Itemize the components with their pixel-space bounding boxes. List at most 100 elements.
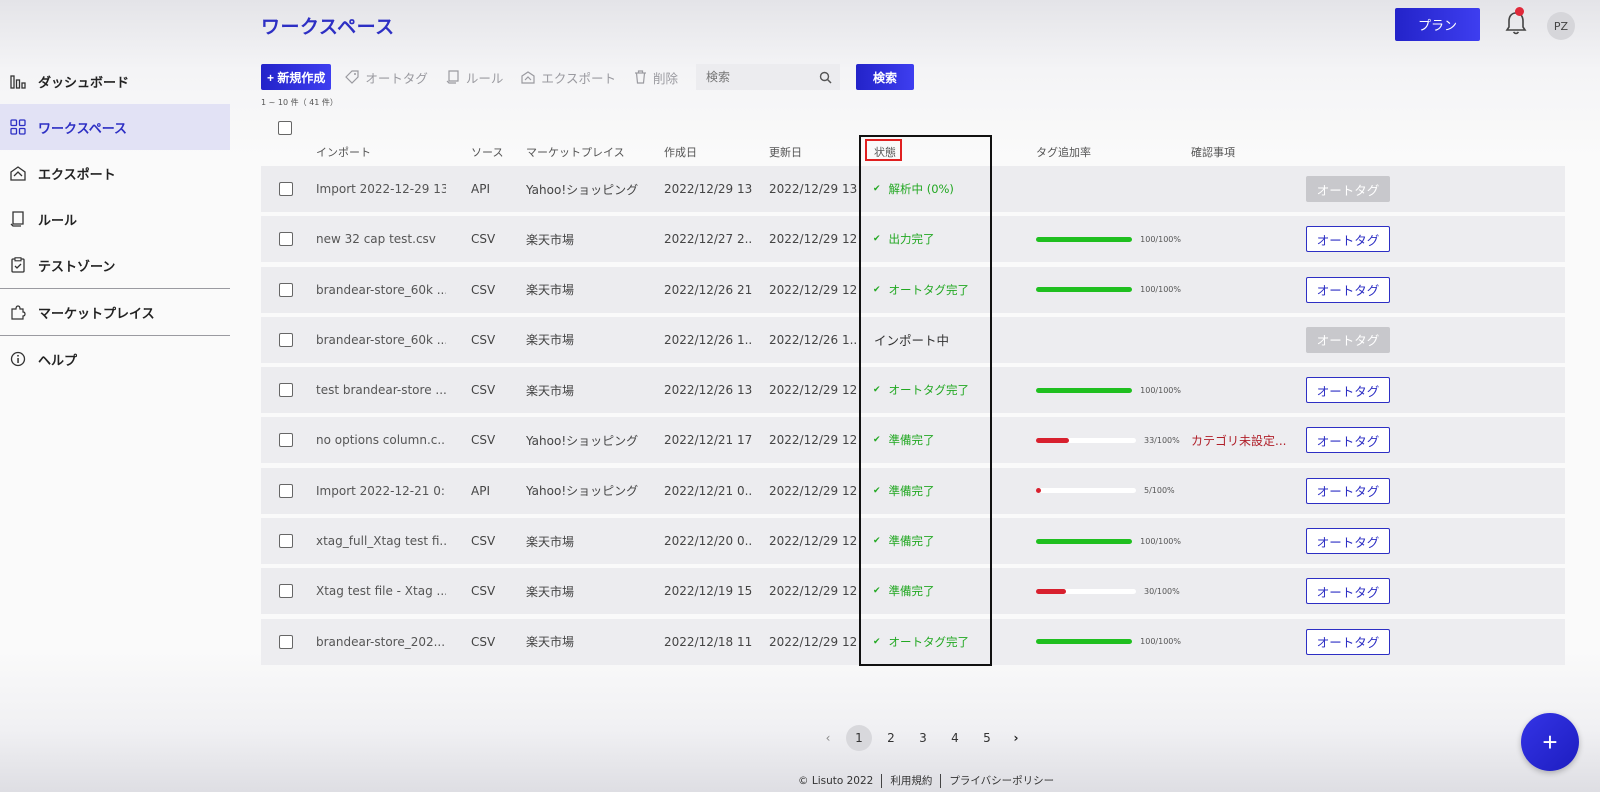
search-box[interactable] — [696, 64, 841, 90]
add-fab-button[interactable]: + — [1521, 713, 1579, 771]
table-row[interactable]: new 32 cap test.csv CSV 楽天市場 2022/12/27 2..… — [261, 216, 1565, 263]
source: CSV — [471, 433, 496, 448]
autotag-button[interactable]: オートタグ — [1306, 276, 1390, 303]
created-date: 2022/12/26 13... — [664, 383, 752, 398]
status-badge: ✔ 出力完了 — [873, 216, 988, 262]
tag-rate-progress: 33/100% — [1036, 417, 1181, 463]
action-cell: オートタグ — [1306, 619, 1392, 665]
import-name[interactable]: Xtag test file - Xtag ... — [316, 568, 446, 614]
import-name[interactable]: Import 2022-12-21 0:... — [316, 468, 446, 514]
new-create-button[interactable]: + 新規作成 — [261, 64, 332, 90]
marketplace: 楽天市場 — [526, 635, 575, 650]
chevron-right-icon[interactable]: › — [1006, 725, 1026, 751]
created-date: 2022/12/26 1... — [664, 332, 752, 347]
row-checkbox[interactable] — [279, 433, 293, 448]
autotag-button[interactable]: オートタグ — [1306, 477, 1390, 504]
progress-bar — [1036, 488, 1136, 494]
autotag-button[interactable]: オートタグ — [1306, 628, 1390, 655]
autotag-button[interactable]: オートタグ — [1306, 578, 1390, 605]
check-icon: ✔ — [873, 636, 881, 647]
autotag-tool-button[interactable]: オートタグ — [345, 68, 428, 87]
sidebar-item-label: ヘルプ — [38, 353, 78, 369]
table-row[interactable]: Import 2022-12-29 13... API Yahoo!ショッピング 20… — [261, 166, 1565, 212]
page-3-button[interactable]: 3 — [910, 725, 936, 751]
progress-bar-fill — [1036, 538, 1133, 544]
import-name[interactable]: xtag_full_Xtag test fi... — [316, 518, 446, 564]
table-row[interactable]: Import 2022-12-21 0:... API Yahoo!ショッピング 20… — [261, 467, 1565, 514]
page-1-button[interactable]: 1 — [846, 725, 872, 751]
export-tool-button[interactable]: エクスポート — [521, 68, 616, 87]
table-row[interactable]: no options column.c... CSV Yahoo!ショッピング 202… — [261, 417, 1565, 464]
page-5-button[interactable]: 5 — [974, 725, 1000, 751]
table-row[interactable]: brandear-store_60k ... CSV 楽天市場 2022/12/26 … — [261, 316, 1565, 363]
page-4-button[interactable]: 4 — [942, 725, 968, 751]
chevron-left-icon[interactable]: ‹ — [818, 725, 838, 751]
sidebar-item-marketplace[interactable]: マーケットプレイス — [0, 289, 230, 335]
import-name[interactable]: no options column.c... — [316, 417, 446, 463]
sidebar-item-label: ルール — [38, 213, 78, 229]
sidebar-item-dashboard[interactable]: ダッシュボード — [0, 58, 230, 104]
marketplace: 楽天市場 — [526, 283, 575, 298]
autotag-button[interactable]: オートタグ — [1306, 326, 1390, 353]
sidebar-item-rules[interactable]: ルール — [0, 196, 230, 242]
progress-label: 100/100% — [1140, 234, 1181, 244]
column-header-notes[interactable]: 確認事項 — [1191, 144, 1235, 160]
row-checkbox[interactable] — [279, 332, 293, 347]
sidebar-item-help[interactable]: ヘルプ — [0, 336, 230, 382]
search-icon[interactable] — [819, 71, 832, 84]
column-header-updated[interactable]: 更新日 — [769, 144, 802, 160]
row-checkbox[interactable] — [279, 232, 293, 247]
rule-tool-button[interactable]: ルール — [446, 68, 503, 87]
plan-button[interactable]: プラン — [1395, 8, 1480, 41]
row-checkbox[interactable] — [279, 584, 293, 599]
row-checkbox[interactable] — [279, 534, 293, 549]
created-date: 2022/12/21 17:... — [664, 433, 752, 448]
row-checkbox[interactable] — [279, 483, 293, 498]
sidebar-item-workspace[interactable]: ワークスペース — [0, 104, 230, 150]
table-row[interactable]: brandear-store_202... CSV 楽天市場 2022/12/18 1… — [261, 618, 1565, 665]
updated-date: 2022/12/29 12... — [769, 282, 857, 297]
row-checkbox[interactable] — [279, 383, 293, 398]
table-body: Import 2022-12-29 13... API Yahoo!ショッピング 20… — [261, 166, 1565, 669]
table-row[interactable]: brandear-store_60k ... CSV 楽天市場 2022/12/26 … — [261, 266, 1565, 313]
search-input[interactable] — [706, 70, 807, 84]
row-checkbox[interactable] — [279, 282, 293, 297]
column-header-import[interactable]: インポート — [316, 144, 371, 160]
updated-date: 2022/12/29 12... — [769, 534, 857, 549]
autotag-tool-label: オートタグ — [365, 70, 428, 86]
privacy-link[interactable]: プライバシーポリシー — [949, 773, 1054, 788]
column-header-source[interactable]: ソース — [471, 144, 503, 160]
column-header-marketplace[interactable]: マーケットプレイス — [526, 144, 625, 160]
terms-link[interactable]: 利用規約 — [890, 773, 932, 788]
import-name[interactable]: brandear-store_60k ... — [316, 267, 446, 313]
sidebar-item-export[interactable]: エクスポート — [0, 150, 230, 196]
row-checkbox[interactable] — [279, 182, 293, 196]
sidebar-item-testzone[interactable]: テストゾーン — [0, 242, 230, 288]
autotag-button[interactable]: オートタグ — [1306, 427, 1390, 454]
table-row[interactable]: Xtag test file - Xtag ... CSV 楽天市場 2022/12/… — [261, 568, 1565, 615]
table-row[interactable]: xtag_full_Xtag test fi... CSV 楽天市場 2022/12/… — [261, 518, 1565, 565]
import-name[interactable]: brandear-store_60k ... — [316, 317, 446, 363]
search-button[interactable]: 検索 — [856, 64, 915, 90]
select-all-checkbox[interactable] — [278, 121, 292, 135]
autotag-button[interactable]: オートタグ — [1306, 528, 1390, 555]
bar-chart-icon — [10, 73, 26, 89]
column-header-created[interactable]: 作成日 — [664, 144, 697, 160]
import-name[interactable]: test brandear-store ... — [316, 367, 446, 413]
import-name[interactable]: brandear-store_202... — [316, 619, 446, 665]
import-name[interactable]: Import 2022-12-29 13... — [316, 166, 446, 212]
page-2-button[interactable]: 2 — [878, 725, 904, 751]
delete-tool-button[interactable]: 削除 — [634, 68, 678, 87]
autotag-button[interactable]: オートタグ — [1306, 377, 1390, 404]
table-row[interactable]: test brandear-store ... CSV 楽天市場 2022/12/26… — [261, 367, 1565, 414]
progress-label: 5/100% — [1144, 486, 1175, 496]
autotag-button[interactable]: オートタグ — [1306, 226, 1390, 253]
avatar[interactable]: PZ — [1547, 12, 1575, 40]
status-badge: ✔ 準備完了 — [873, 468, 988, 514]
autotag-button[interactable]: オートタグ — [1306, 176, 1390, 202]
import-name[interactable]: new 32 cap test.csv — [316, 216, 446, 262]
tag-rate-progress: 5/100% — [1036, 468, 1181, 514]
row-checkbox[interactable] — [279, 634, 293, 649]
check-icon: ✔ — [873, 234, 881, 245]
column-header-tag-rate[interactable]: タグ追加率 — [1036, 144, 1091, 160]
